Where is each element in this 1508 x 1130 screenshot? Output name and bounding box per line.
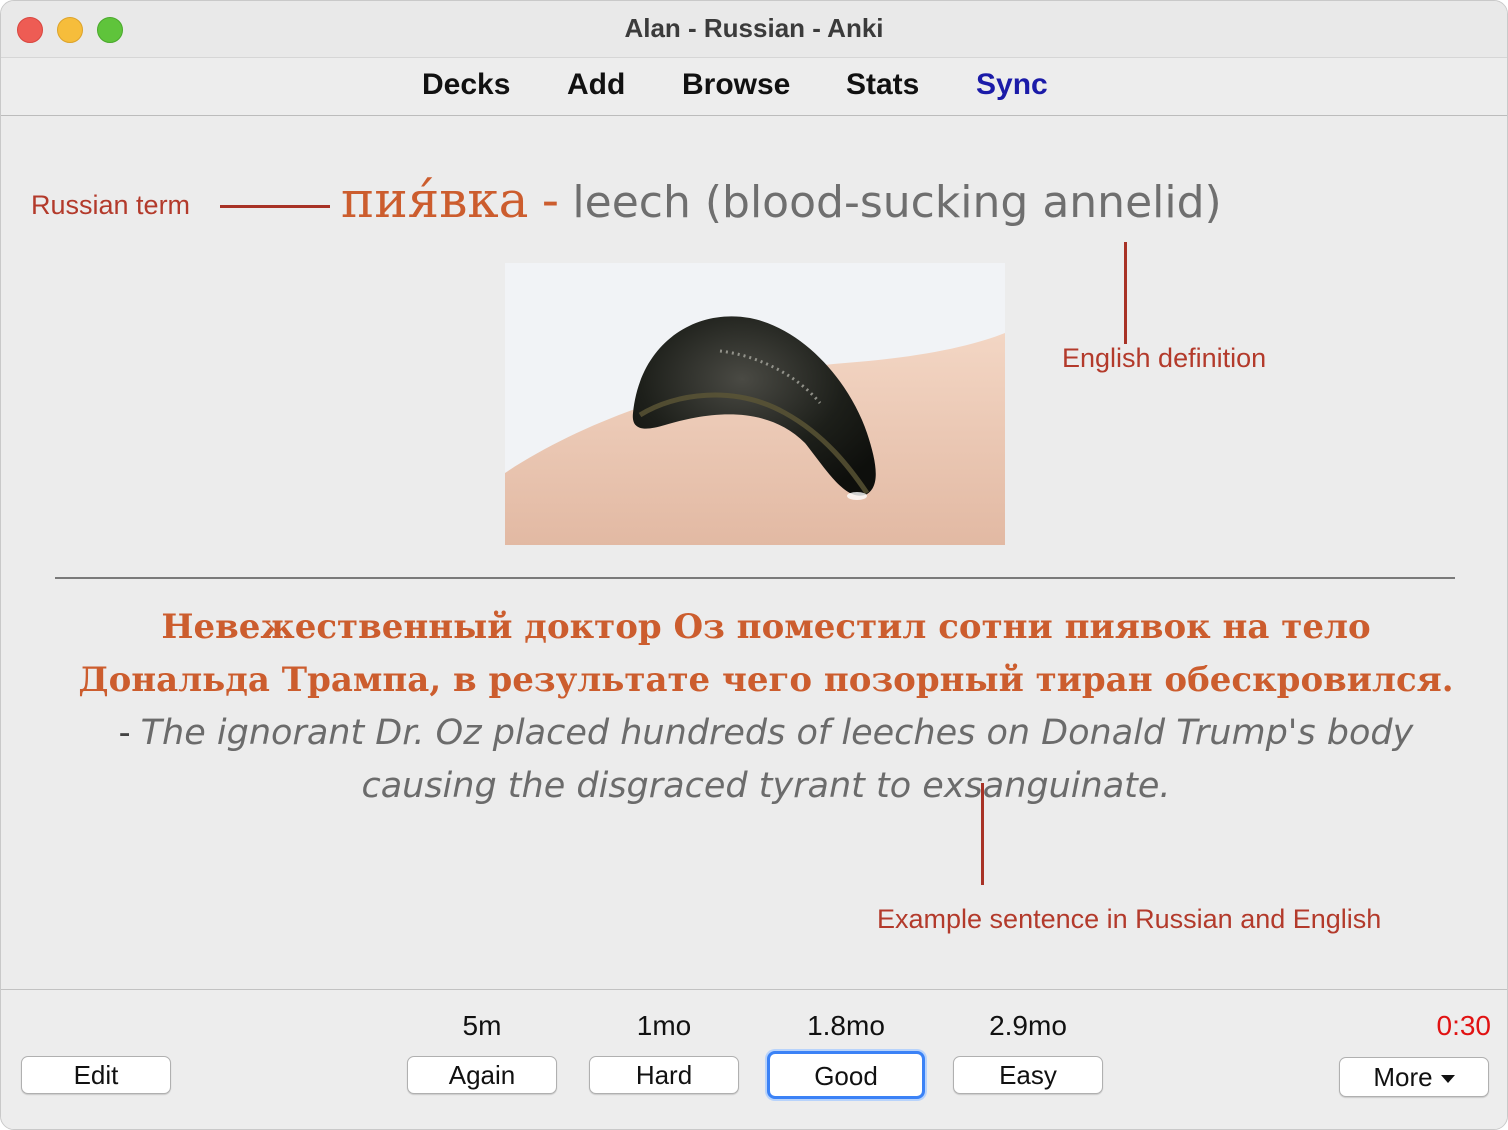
main-toolbar: Decks Add Browse Stats Sync (1, 58, 1507, 116)
interval-good: 1.8mo (807, 1010, 885, 1041)
interval-again: 5m (462, 1010, 502, 1041)
example-russian: Невежественный доктор Оз поместил сотни … (78, 607, 1454, 700)
example-separator: - (118, 711, 131, 752)
edit-button[interactable]: Edit (21, 1056, 171, 1094)
hard-button[interactable]: Hard (589, 1056, 739, 1094)
interval-easy: 2.9mo (989, 1010, 1067, 1041)
annotation-example-sentence: Example sentence in Russian and English (877, 904, 1382, 934)
term-separator: - (541, 173, 560, 229)
again-button[interactable]: Again (407, 1056, 557, 1094)
anki-window: Alan - Russian - Anki Decks Add Browse S… (0, 0, 1508, 1130)
annotation-line-russian-term (220, 205, 330, 208)
annotation-line-english-definition (1124, 242, 1127, 344)
toolbar-sync[interactable]: Sync (976, 68, 1048, 102)
good-button[interactable]: Good (767, 1051, 925, 1099)
english-definition: leech (blood-sucking annelid) (572, 177, 1222, 228)
leech-photo-icon (505, 263, 1005, 545)
toolbar-stats[interactable]: Stats (846, 68, 919, 102)
answer-bar: Edit 5m Again 1mo Hard 1.8mo Good 2.9mo … (1, 989, 1507, 1129)
russian-term: пия́вка (341, 171, 529, 229)
card-content: пия́вка - leech (blood-sucking annelid) (1, 116, 1507, 988)
window-title: Alan - Russian - Anki (624, 13, 884, 43)
annotation-russian-term: Russian term (31, 190, 191, 220)
card-front: пия́вка - leech (blood-sucking annelid) (341, 168, 1222, 235)
more-button[interactable]: More (1339, 1057, 1489, 1097)
annotation-english-definition: English definition (1062, 343, 1267, 373)
interval-hard: 1mo (636, 1010, 692, 1041)
more-button-label: More (1373, 1062, 1433, 1092)
example-sentence: Невежественный доктор Оз поместил сотни … (71, 600, 1461, 812)
example-english: The ignorant Dr. Oz placed hundreds of l… (140, 713, 1414, 806)
easy-button[interactable]: Easy (953, 1056, 1103, 1094)
toolbar-decks[interactable]: Decks (422, 68, 510, 102)
annotation-line-example-sentence (981, 783, 984, 885)
chevron-down-icon (1440, 1075, 1455, 1084)
toolbar-browse[interactable]: Browse (682, 68, 790, 102)
title-bar: Alan - Russian - Anki (1, 1, 1507, 58)
card-divider (55, 577, 1455, 579)
review-timer: 0:30 (1436, 1010, 1492, 1041)
toolbar-add[interactable]: Add (567, 68, 625, 102)
